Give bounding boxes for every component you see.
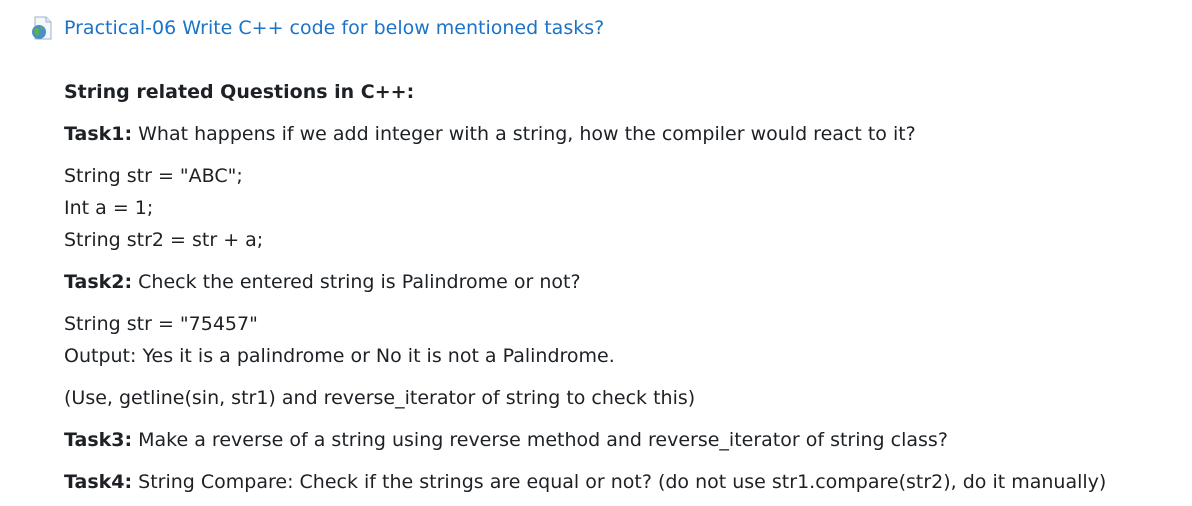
- task3-text: Make a reverse of a string using reverse…: [132, 429, 948, 451]
- task2-hint: (Use, getline(sin, str1) and reverse_ite…: [64, 387, 696, 409]
- task2-line: String str = "75457": [64, 313, 258, 335]
- assignment-description: String related Questions in C++: Task1: …: [64, 76, 1174, 498]
- task4-label: Task4:: [64, 471, 133, 493]
- heading-text: String related Questions in C++:: [64, 81, 415, 103]
- task2-text: Check the entered string is Palindrome o…: [132, 271, 581, 293]
- task2-line: Output: Yes it is a palindrome or No it …: [64, 345, 615, 367]
- task4-paragraph: Task4: String Compare: Check if the stri…: [64, 466, 1174, 498]
- task3-label: Task3:: [64, 429, 133, 451]
- task1-text: What happens if we add integer with a st…: [132, 123, 916, 145]
- task1-paragraph: Task1: What happens if we add integer wi…: [64, 118, 1174, 150]
- task1-label: Task1:: [64, 123, 133, 145]
- assignment-globe-icon[interactable]: [30, 16, 54, 40]
- activity-title-link[interactable]: Practical-06 Write C++ code for below me…: [64, 17, 604, 39]
- section-heading: String related Questions in C++:: [64, 76, 1174, 108]
- code-line: Int a = 1;: [64, 197, 154, 219]
- activity-header: Practical-06 Write C++ code for below me…: [30, 12, 604, 44]
- task4-text: String Compare: Check if the strings are…: [132, 471, 1107, 493]
- task3-paragraph: Task3: Make a reverse of a string using …: [64, 424, 1174, 456]
- code-line: String str2 = str + a;: [64, 229, 264, 251]
- task2-label: Task2:: [64, 271, 133, 293]
- task2-paragraph: Task2: Check the entered string is Palin…: [64, 266, 1174, 298]
- code-line: String str = "ABC";: [64, 165, 243, 187]
